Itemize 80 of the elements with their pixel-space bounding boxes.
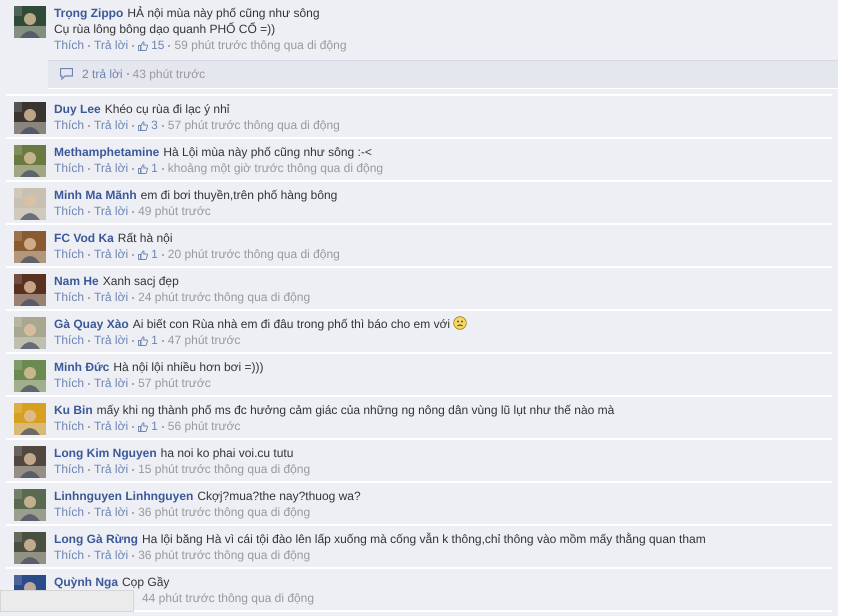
like-count[interactable]: 3 [151,117,158,134]
comment-action-link[interactable]: Trả lời [94,117,128,134]
comment-action-link[interactable]: Trả lời [94,289,128,306]
author-link[interactable]: Gà Quay Xào [54,317,129,331]
comment-action-link[interactable]: Trả lời [94,375,128,392]
thumbs-up-icon [138,336,148,346]
comment-text: Ai biết con Rùa nhà em đi đâu trong phố thì báo cho em với [132,317,450,331]
comment-action-link[interactable]: Thích [54,418,84,435]
replies-count-link[interactable]: 2 trả lời [82,66,123,82]
timestamp: 44 phút trước thông qua di động [142,590,314,607]
author-link[interactable]: Trọng Zippo [54,6,124,20]
comment-action-link[interactable]: Trả lời [94,246,128,263]
comment-text: ha noi ko phai voi.cu tutu [160,446,294,460]
timestamp: 15 phút trước thông qua di động [138,461,310,478]
comment-action-link[interactable]: Trả lời [94,547,128,564]
comment-text: Xanh sacj đẹp [102,274,179,288]
timestamp: 57 phút trước thông qua di động [168,117,340,134]
author-link[interactable]: FC Vod Ka [54,231,114,245]
comment-text: Hà nội lội nhiều hơn bơi =))) [113,360,264,374]
like-count[interactable]: 15 [151,37,164,54]
author-link[interactable]: Long Kim Nguyen [54,446,157,460]
comment-action-link[interactable]: Trả lời [94,461,128,478]
comment-text: Cọp Gầy [122,575,170,589]
comment-action-link[interactable]: Thích [54,117,84,134]
comment-text: em đi bơi thuyền,trên phố hàng bông [140,188,338,202]
timestamp: 24 phút trước thông qua di động [138,289,310,306]
like-count[interactable]: 1 [151,246,158,263]
comment-action-link[interactable]: Thích [54,289,84,306]
author-link[interactable]: Minh Đức [54,360,110,374]
timestamp: 20 phút trước thông qua di động [168,246,340,263]
comment-action-link[interactable]: Trả lời [94,504,128,521]
comment-action-link[interactable]: Trả lời [94,37,128,54]
comment-action-link[interactable]: Trả lời [94,418,128,435]
comment-action-link[interactable]: Thích [54,461,84,478]
thumbs-up-icon [138,422,148,432]
comment-action-link[interactable]: Thích [54,246,84,263]
author-link[interactable]: Methamphetamine [54,145,160,159]
author-link[interactable]: Quỳnh Nga [54,575,118,589]
comment-action-link[interactable]: Thích [54,332,84,349]
timestamp: 57 phút trước [138,375,211,392]
comment-action-link[interactable]: Thích [54,37,84,54]
author-link[interactable]: Minh Ma Mãnh [54,188,137,202]
timestamp: 36 phút trước thông qua di động [138,504,310,521]
comment-action-link[interactable]: Thích [54,203,84,220]
thumbs-up-icon [138,40,148,50]
author-link[interactable]: Ku Bin [54,403,93,417]
comment-text: Khéo cụ rùa đi lạc ý nhỉ [104,102,230,116]
like-count[interactable]: 1 [151,418,158,435]
comment-action-link[interactable]: Trả lời [94,160,128,177]
comment-action-link[interactable]: Thích [54,375,84,392]
comment-text: HẢ nội mùa này phố cũng như sông [127,6,320,20]
comment-action-link[interactable]: Thích [54,160,84,177]
comment-text: Hà Lội mùa này phố cũng như sông :-< [163,145,372,159]
comment-action-link[interactable]: Thích [54,504,84,521]
comment-text: Rất hà nội [118,231,172,245]
comment-action-link[interactable]: Trả lời [94,332,128,349]
thumbs-up-icon [138,250,148,260]
thumbs-up-icon [138,164,148,174]
thumbs-up-icon [138,120,148,130]
author-link[interactable]: Linhnguyen Linhnguyen [54,489,194,503]
timestamp: 59 phút trước thông qua di động [174,37,346,54]
author-link[interactable]: Nam He [54,274,99,288]
comment-action-link[interactable]: Trả lời [94,203,128,220]
comment-text: Cụ rùa lông bông dạo quanh PHỐ CỔ =)) [54,22,276,36]
timestamp: 36 phút trước thông qua di động [138,547,310,564]
speech-bubble-icon [60,68,73,80]
comment-text: Ha lội băng Hà vì cái tội đào lên lấp xuống mà cống vẫn k thông,chỉ thông vào mồm mấy thằng quan tham [142,532,706,546]
like-count[interactable]: 1 [151,332,158,349]
timestamp: khoảng một giờ trước thông qua di động [168,160,384,177]
author-link[interactable]: Duy Lee [54,102,101,116]
timestamp: 43 phút trước [132,66,206,82]
comment-text: Ckợj?mua?the nay?thuog wa? [197,489,361,503]
comment-text: mấy khi ng thành phố ms đc hưởng cảm giác của những ng nông dân vùng lũ lụt như thế nào mà [96,403,614,417]
timestamp: 49 phút trước [138,203,211,220]
author-link[interactable]: Long Gà Rừng [54,532,138,546]
like-count[interactable]: 1 [151,160,158,177]
comment-action-link[interactable]: Thích [54,547,84,564]
timestamp: 56 phút trước [168,418,240,435]
timestamp: 47 phút trước [168,332,240,349]
replies-bar[interactable]: 2 trả lời 43 phút trước [48,60,838,89]
